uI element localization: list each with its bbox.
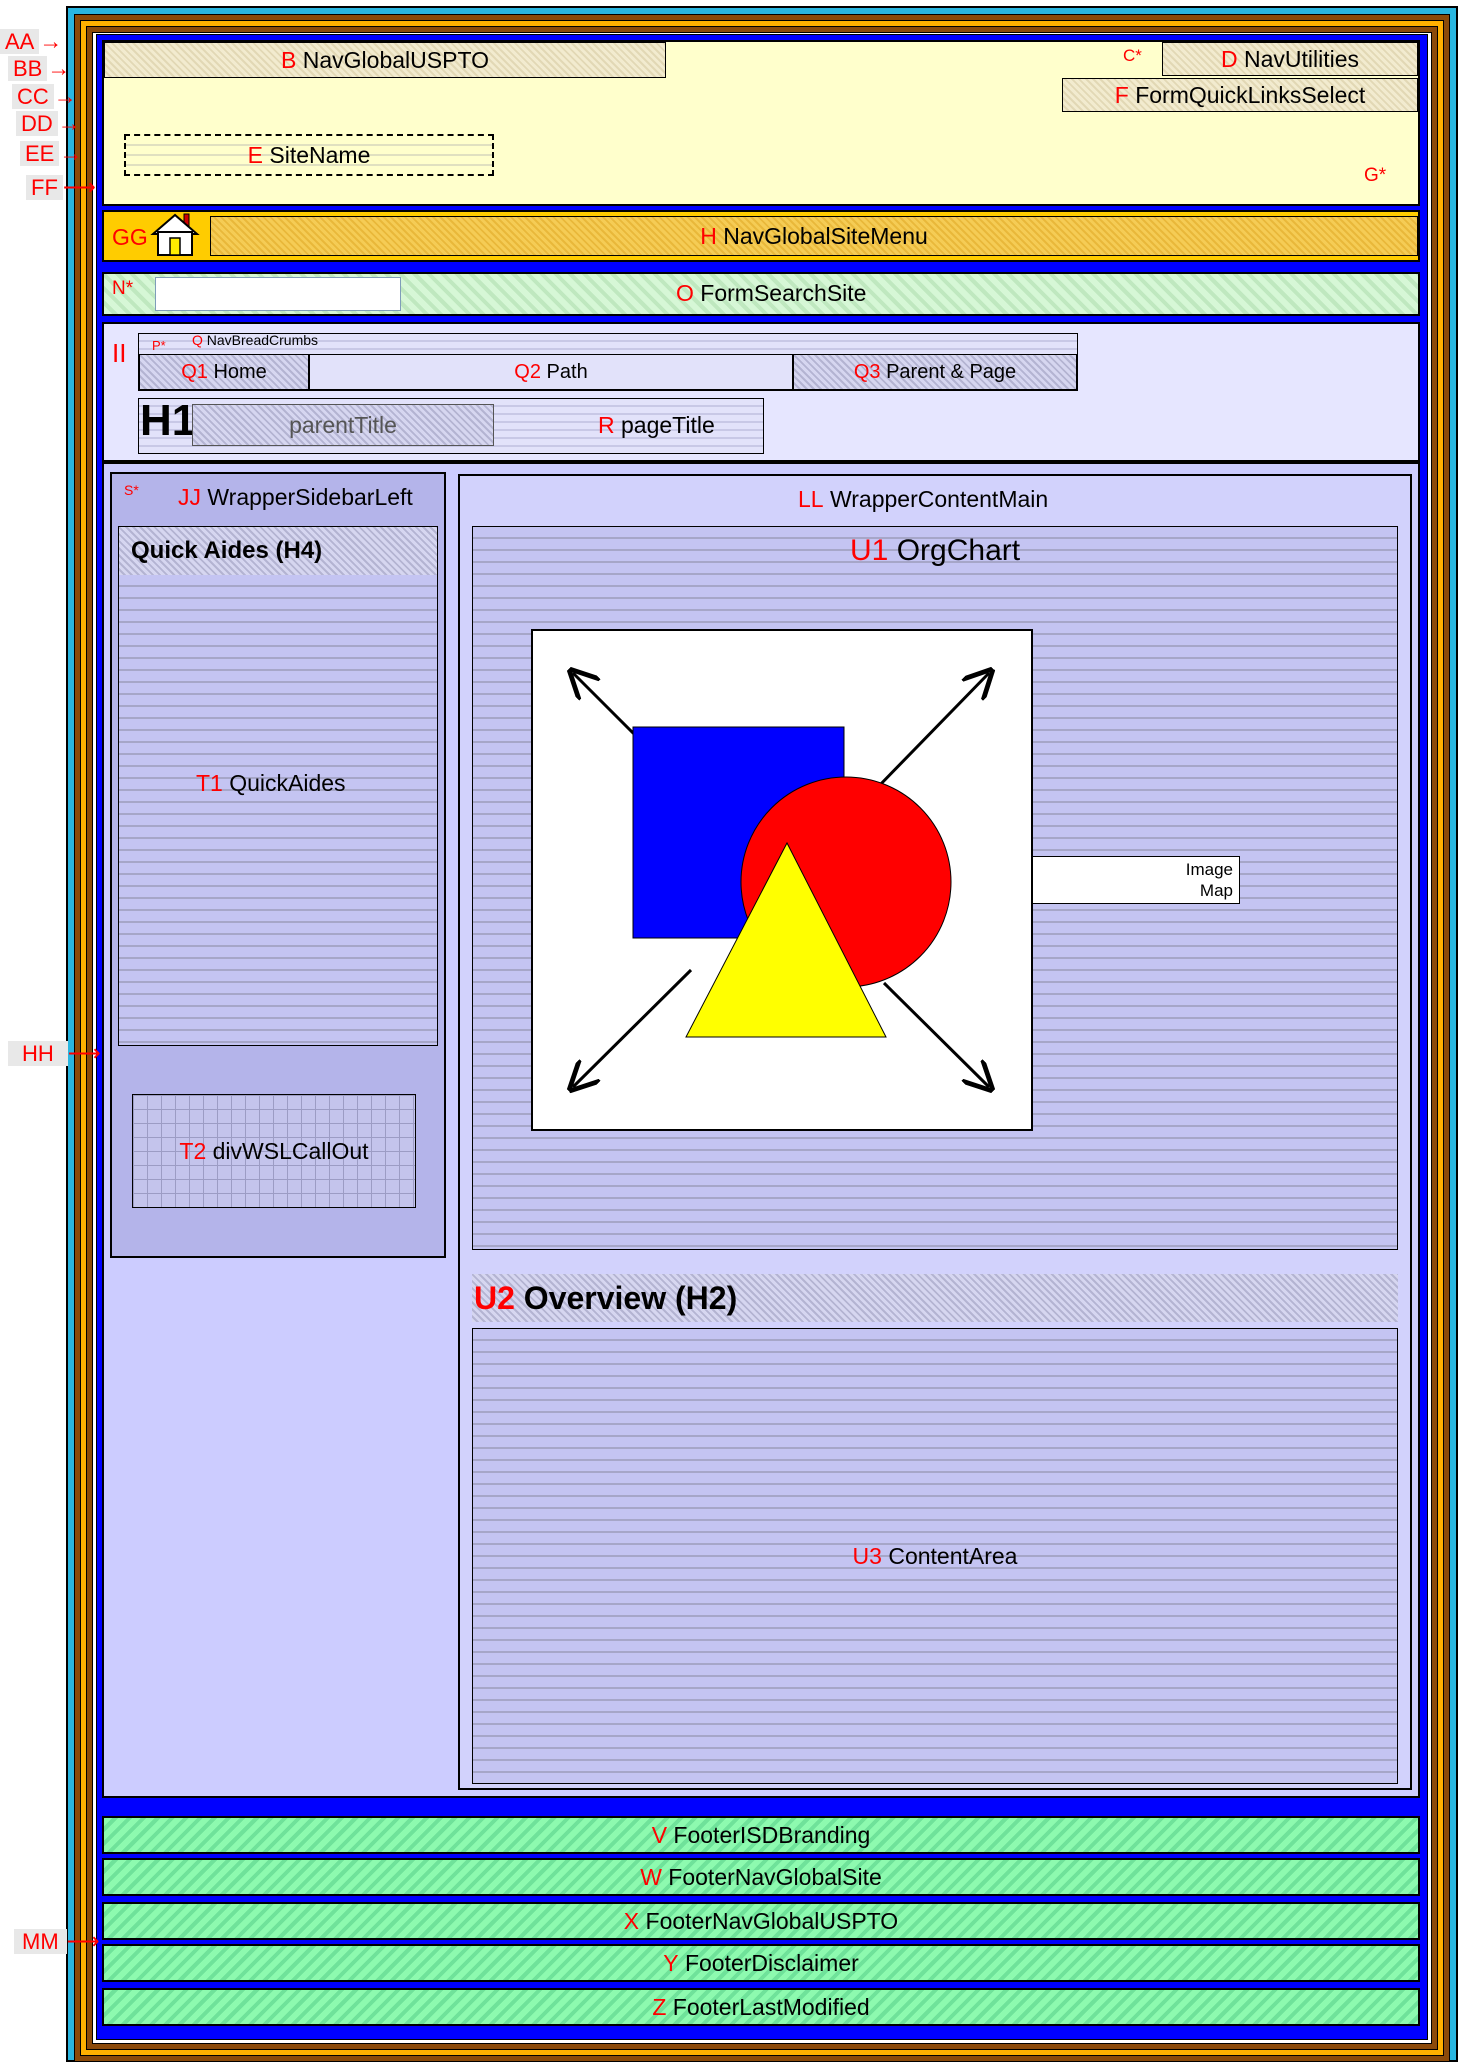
nav-breadcrumbs-label: Q NavBreadCrumbs — [192, 332, 319, 348]
footer-last-modified: Z FooterLastModified — [102, 1988, 1420, 2026]
org-chart-label: U1 OrgChart — [850, 534, 1021, 567]
div-wsl-callout: T2 divWSLCallOut — [132, 1094, 416, 1208]
h1-marker: H1 — [140, 396, 197, 445]
s-marker: S* — [124, 482, 139, 498]
g-marker: G* — [1364, 165, 1387, 186]
site-name[interactable]: E SiteName — [124, 134, 494, 176]
label-mm: MM ⟶ — [14, 1928, 100, 1955]
home-icon[interactable] — [150, 210, 200, 258]
page-title: R pageTitle — [598, 412, 715, 438]
nav-global-uspto[interactable]: B NavGlobalUSPTO — [104, 42, 666, 78]
wrapper-sidebar-left-label: JJ WrapperSidebarLeft — [178, 484, 413, 510]
search-input[interactable] — [155, 277, 401, 311]
label-bb: BB → — [8, 55, 70, 82]
form-quicklinks-select[interactable]: F FormQuickLinksSelect — [1062, 78, 1418, 112]
org-chart-image[interactable] — [531, 629, 1033, 1131]
label-cc: CC → — [12, 83, 77, 110]
breadcrumb-parent-page[interactable]: Q3 Parent & Page — [793, 354, 1077, 390]
label-ff: FF ⟶ — [26, 174, 96, 201]
breadcrumb-home[interactable]: Q1 Home — [139, 354, 309, 390]
overview-heading: U2 Overview (H2) — [472, 1274, 1398, 1322]
footer-nav-global-site[interactable]: W FooterNavGlobalSite — [102, 1858, 1420, 1896]
p-marker: P* — [152, 338, 166, 353]
n-marker: N* — [112, 278, 134, 299]
label-aa: AA → — [0, 28, 62, 55]
breadcrumb-path[interactable]: Q2 Path — [309, 354, 793, 390]
footer-disclaimer[interactable]: Y FooterDisclaimer — [102, 1944, 1420, 1982]
wrapper-content-main-label: LL WrapperContentMain — [798, 486, 1049, 512]
footer-isd-branding: V FooterISDBranding — [102, 1816, 1420, 1854]
quick-aides-label: T1 QuickAides — [196, 770, 346, 796]
form-search-site-label: O FormSearchSite — [676, 280, 867, 306]
gg-marker: GG — [112, 224, 148, 250]
label-ee: EE → — [20, 140, 82, 167]
content-area: U3 ContentArea — [472, 1328, 1398, 1784]
nav-global-site-menu[interactable]: H NavGlobalSiteMenu — [210, 216, 1418, 256]
label-dd: DD → — [16, 110, 81, 137]
label-hh: HH ⟶ — [8, 1040, 101, 1067]
footer-nav-global-uspto[interactable]: X FooterNavGlobalUSPTO — [102, 1902, 1420, 1940]
c-marker: C* — [1123, 46, 1142, 65]
image-map-label: Image Map — [1020, 856, 1240, 904]
ii-marker: II — [112, 338, 127, 368]
parent-title: parentTitle — [192, 404, 494, 446]
nav-utilities[interactable]: D NavUtilities — [1162, 42, 1418, 76]
quick-aides-heading: Quick Aides (H4) — [119, 527, 437, 575]
